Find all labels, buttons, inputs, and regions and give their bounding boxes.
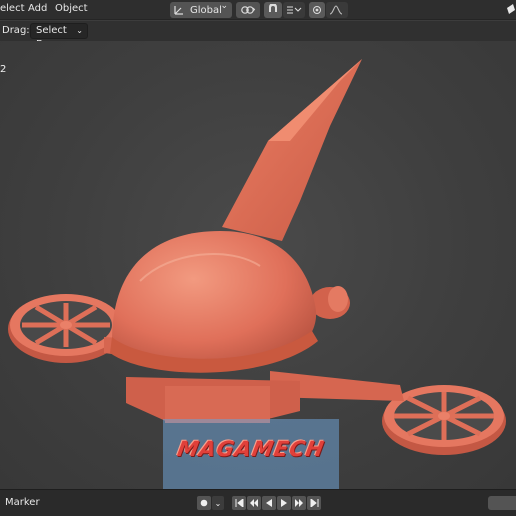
viewport-header: elect Add Object Global ⌄ bbox=[0, 0, 516, 20]
timeline-bar: Marker ⌄ bbox=[0, 489, 516, 516]
snap-toggle[interactable] bbox=[264, 2, 282, 18]
menu-select[interactable]: elect bbox=[0, 3, 25, 14]
proportional-edit-icon bbox=[313, 6, 321, 14]
snap-increment-icon bbox=[287, 6, 302, 14]
play-reverse-icon bbox=[266, 499, 272, 507]
jump-end-icon bbox=[310, 499, 318, 507]
jump-start-button[interactable] bbox=[232, 496, 246, 510]
snap-magnet-icon bbox=[269, 4, 277, 12]
record-button[interactable] bbox=[197, 496, 211, 510]
next-keyframe-button[interactable] bbox=[292, 496, 306, 510]
current-frame-field[interactable] bbox=[488, 496, 516, 510]
play-reverse-button[interactable] bbox=[262, 496, 276, 510]
keying-dropdown[interactable]: ⌄ bbox=[212, 496, 224, 510]
snap-target-dropdown[interactable] bbox=[283, 2, 305, 18]
falloff-dropdown[interactable] bbox=[326, 2, 348, 18]
pivot-point-dropdown[interactable] bbox=[236, 2, 260, 18]
orientation-axes-icon bbox=[174, 6, 183, 15]
prev-keyframe-icon bbox=[250, 499, 258, 507]
chevron-down-icon: ⌄ bbox=[76, 26, 83, 35]
menu-add[interactable]: Add bbox=[28, 3, 47, 14]
orientation-label: Global bbox=[190, 4, 222, 16]
transform-orientation-dropdown[interactable]: Global ⌄ bbox=[170, 1, 232, 18]
record-icon bbox=[200, 499, 208, 507]
drag-label: Drag: bbox=[2, 25, 30, 36]
watermark-panel: MAGAMECH bbox=[163, 419, 339, 489]
menu-marker[interactable]: Marker bbox=[5, 497, 40, 508]
gizmo-icon bbox=[507, 4, 515, 14]
drag-select-dropdown[interactable]: Select Box ⌄ bbox=[30, 23, 88, 50]
proportional-edit-toggle[interactable] bbox=[309, 2, 325, 18]
play-icon bbox=[281, 499, 287, 507]
gizmo-toggle[interactable] bbox=[505, 2, 516, 18]
prev-keyframe-button[interactable] bbox=[247, 496, 261, 510]
watermark-logo: MAGAMECH bbox=[175, 437, 327, 461]
tool-settings-bar: Drag: Select Box ⌄ bbox=[0, 21, 516, 50]
play-button[interactable] bbox=[277, 496, 291, 510]
jump-start-icon bbox=[235, 499, 243, 507]
falloff-curve-icon bbox=[329, 5, 343, 15]
tail-fin bbox=[222, 59, 362, 241]
3d-viewport[interactable]: 2 MAGAMECH bbox=[0, 41, 516, 489]
chevron-down-icon: ⌄ bbox=[214, 498, 222, 508]
menu-object[interactable]: Object bbox=[55, 3, 88, 14]
jump-end-button[interactable] bbox=[307, 496, 321, 510]
next-keyframe-icon bbox=[295, 499, 303, 507]
chevron-down-icon: ⌄ bbox=[220, 1, 228, 11]
link-icon bbox=[241, 6, 256, 14]
